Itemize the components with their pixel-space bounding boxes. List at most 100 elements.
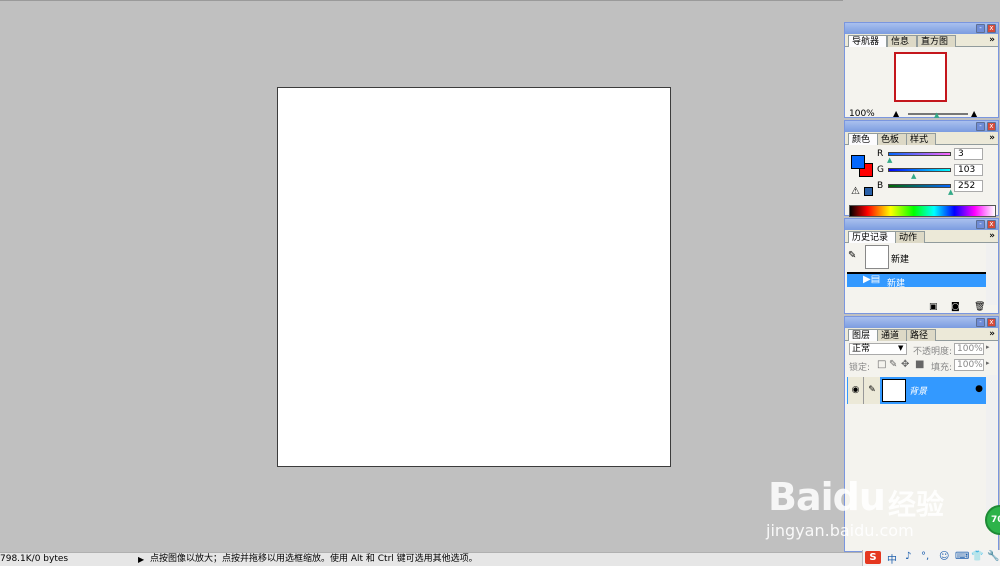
tool-hint-text: 点按图像以放大；点按并拖移以用选框缩放。使用 Alt 和 Ctrl 键可选用其他… xyxy=(150,554,478,564)
document-size-readout[interactable]: 798.1K/0 bytes xyxy=(0,553,68,566)
palette-titlebar[interactable]: - x xyxy=(845,23,998,34)
web-safe-color-swatch[interactable] xyxy=(864,187,873,196)
channel-b-slider[interactable] xyxy=(888,184,951,188)
foreground-color-swatch[interactable] xyxy=(851,155,865,169)
fill-arrow-icon[interactable]: ▸ xyxy=(986,359,990,367)
layers-tabs: 图层 通道 路径 » xyxy=(845,328,998,342)
lock-label: 锁定: xyxy=(849,363,871,373)
history-tabs: 历史记录 动作 » xyxy=(845,230,998,244)
minimize-icon[interactable]: - xyxy=(976,318,985,327)
lock-transparency-icon[interactable]: □ xyxy=(877,359,886,370)
palette-titlebar[interactable]: - x xyxy=(845,317,998,328)
layers-palette: - x 图层 通道 路径 » 正常 ▼ 不透明度: 100% ▸ 锁定: □ ✎… xyxy=(844,316,999,552)
channel-g-label: G xyxy=(877,165,884,175)
layer-brush-icon[interactable]: ✎ xyxy=(864,377,880,404)
ime-toolbar: S 中 ♪ °, ☺ ⌨ 👕 🔧 xyxy=(862,550,1000,566)
ime-skin-icon[interactable]: 👕 xyxy=(971,551,983,562)
channel-b-knob[interactable]: ▲ xyxy=(948,188,953,196)
ime-emoji-icon[interactable]: ☺ xyxy=(939,551,949,562)
navigator-preview[interactable] xyxy=(894,52,947,102)
layers-body: 正常 ▼ 不透明度: 100% ▸ 锁定: □ ✎ ✥ ■ 填充: 100% ▸… xyxy=(845,341,998,551)
palette-menu-icon[interactable]: » xyxy=(989,230,995,242)
opacity-arrow-icon[interactable]: ▸ xyxy=(986,343,990,351)
snapshot-icon[interactable]: ◙ xyxy=(951,302,960,312)
ime-settings-icon[interactable]: 🔧 xyxy=(987,551,999,562)
tab-styles[interactable]: 样式 xyxy=(906,133,937,145)
layer-row[interactable]: ◉ ✎ 背景 ● xyxy=(847,377,986,404)
channel-g-knob[interactable]: ▲ xyxy=(911,172,916,180)
history-state-icon: ▶▤ xyxy=(863,274,881,285)
layers-scrollbar[interactable] xyxy=(986,375,997,515)
ime-moon-icon[interactable]: ♪ xyxy=(905,551,911,562)
channel-r-input[interactable]: 3 xyxy=(954,148,983,160)
ime-chinese-mode[interactable]: 中 xyxy=(887,551,897,566)
history-state-row[interactable]: ▶▤ 新建 xyxy=(847,272,986,289)
sogou-logo-icon[interactable]: S xyxy=(865,551,881,564)
color-spectrum-bar[interactable] xyxy=(849,205,996,217)
document-workspace xyxy=(0,0,843,552)
close-icon[interactable]: x xyxy=(987,24,996,33)
zoom-field[interactable]: 100% xyxy=(849,109,875,119)
ime-keyboard-icon[interactable]: ⌨ xyxy=(955,551,969,562)
status-menu-arrow-icon[interactable]: ▶ xyxy=(138,553,144,566)
channel-g-input[interactable]: 103 xyxy=(954,164,983,176)
lock-image-icon[interactable]: ✎ xyxy=(889,359,897,370)
history-palette: - x 历史记录 动作 » ✎ 新建 ▶▤ 新建 ▣ ◙ 🗑 xyxy=(844,218,999,314)
new-document-icon[interactable]: ▣ xyxy=(929,302,938,312)
zoom-slider-knob[interactable]: ▲ xyxy=(934,111,939,119)
history-scrollbar[interactable] xyxy=(986,243,997,305)
palette-titlebar[interactable]: - x xyxy=(845,121,998,132)
layer-thumbnail[interactable] xyxy=(882,379,906,402)
tab-histogram[interactable]: 直方图 xyxy=(917,35,957,47)
tab-swatches[interactable]: 色板 xyxy=(877,133,908,145)
color-body: R ▲ 3 G ▲ 103 ⚠ B ▲ 252 xyxy=(845,145,998,217)
trash-icon[interactable]: 🗑 xyxy=(974,302,985,312)
snapshot-thumbnail[interactable] xyxy=(865,245,889,269)
navigator-palette: - x 导航器 信息 直方图 » 100% ▲ ▲ ▲ xyxy=(844,22,999,119)
tab-paths[interactable]: 路径 xyxy=(906,329,937,341)
lock-position-icon[interactable]: ✥ xyxy=(901,359,909,370)
web-safe-warning-icon[interactable]: ⚠ xyxy=(851,186,860,197)
history-brush-icon[interactable]: ✎ xyxy=(848,250,856,261)
close-icon[interactable]: x xyxy=(987,318,996,327)
document-canvas[interactable] xyxy=(277,87,671,467)
zoom-in-icon[interactable]: ▲ xyxy=(971,109,977,118)
channel-b-label: B xyxy=(877,181,884,191)
close-icon[interactable]: x xyxy=(987,122,996,131)
minimize-icon[interactable]: - xyxy=(976,220,985,229)
navigator-tabs: 导航器 信息 直方图 » xyxy=(845,34,998,48)
tab-channels[interactable]: 通道 xyxy=(877,329,908,341)
visibility-eye-icon[interactable]: ◉ xyxy=(848,377,864,404)
palette-titlebar[interactable]: - x xyxy=(845,219,998,230)
minimize-icon[interactable]: - xyxy=(976,122,985,131)
palette-menu-icon[interactable]: » xyxy=(989,132,995,144)
channel-r-knob[interactable]: ▲ xyxy=(887,156,892,164)
color-tabs: 颜色 色板 样式 » xyxy=(845,132,998,146)
minimize-icon[interactable]: - xyxy=(976,24,985,33)
color-palette: - x 颜色 色板 样式 » R ▲ 3 G ▲ 103 ⚠ B ▲ 252 xyxy=(844,120,999,217)
channel-g-slider[interactable] xyxy=(888,168,951,172)
fill-input[interactable]: 100% xyxy=(954,359,984,371)
ime-punctuation-icon[interactable]: °, xyxy=(921,551,929,562)
zoom-out-icon[interactable]: ▲ xyxy=(893,109,899,118)
palette-menu-icon[interactable]: » xyxy=(989,328,995,340)
fill-label: 填充: xyxy=(931,363,953,373)
history-state-label: 新建 xyxy=(887,279,906,289)
navigator-body: 100% ▲ ▲ ▲ xyxy=(845,47,998,119)
layer-name[interactable]: 背景 xyxy=(909,384,927,397)
history-body: ✎ 新建 ▶▤ 新建 ▣ ◙ 🗑 xyxy=(845,243,998,313)
tab-actions[interactable]: 动作 xyxy=(895,231,926,243)
close-icon[interactable]: x xyxy=(987,220,996,229)
snapshot-label[interactable]: 新建 xyxy=(891,252,909,265)
opacity-input[interactable]: 100% xyxy=(954,343,984,355)
palette-dock: - x 导航器 信息 直方图 » 100% ▲ ▲ ▲ - x 颜色 色板 样式… xyxy=(843,20,1000,552)
channel-b-input[interactable]: 252 xyxy=(954,180,983,192)
layer-lock-icon: ● xyxy=(975,384,983,394)
channel-r-slider[interactable] xyxy=(888,152,951,156)
tab-info[interactable]: 信息 xyxy=(887,35,918,47)
chevron-down-icon[interactable]: ▼ xyxy=(898,344,903,352)
opacity-label: 不透明度: xyxy=(913,347,953,357)
history-footer: ▣ ◙ 🗑 xyxy=(845,302,998,313)
palette-menu-icon[interactable]: » xyxy=(989,34,995,46)
lock-all-icon[interactable]: ■ xyxy=(915,359,924,370)
